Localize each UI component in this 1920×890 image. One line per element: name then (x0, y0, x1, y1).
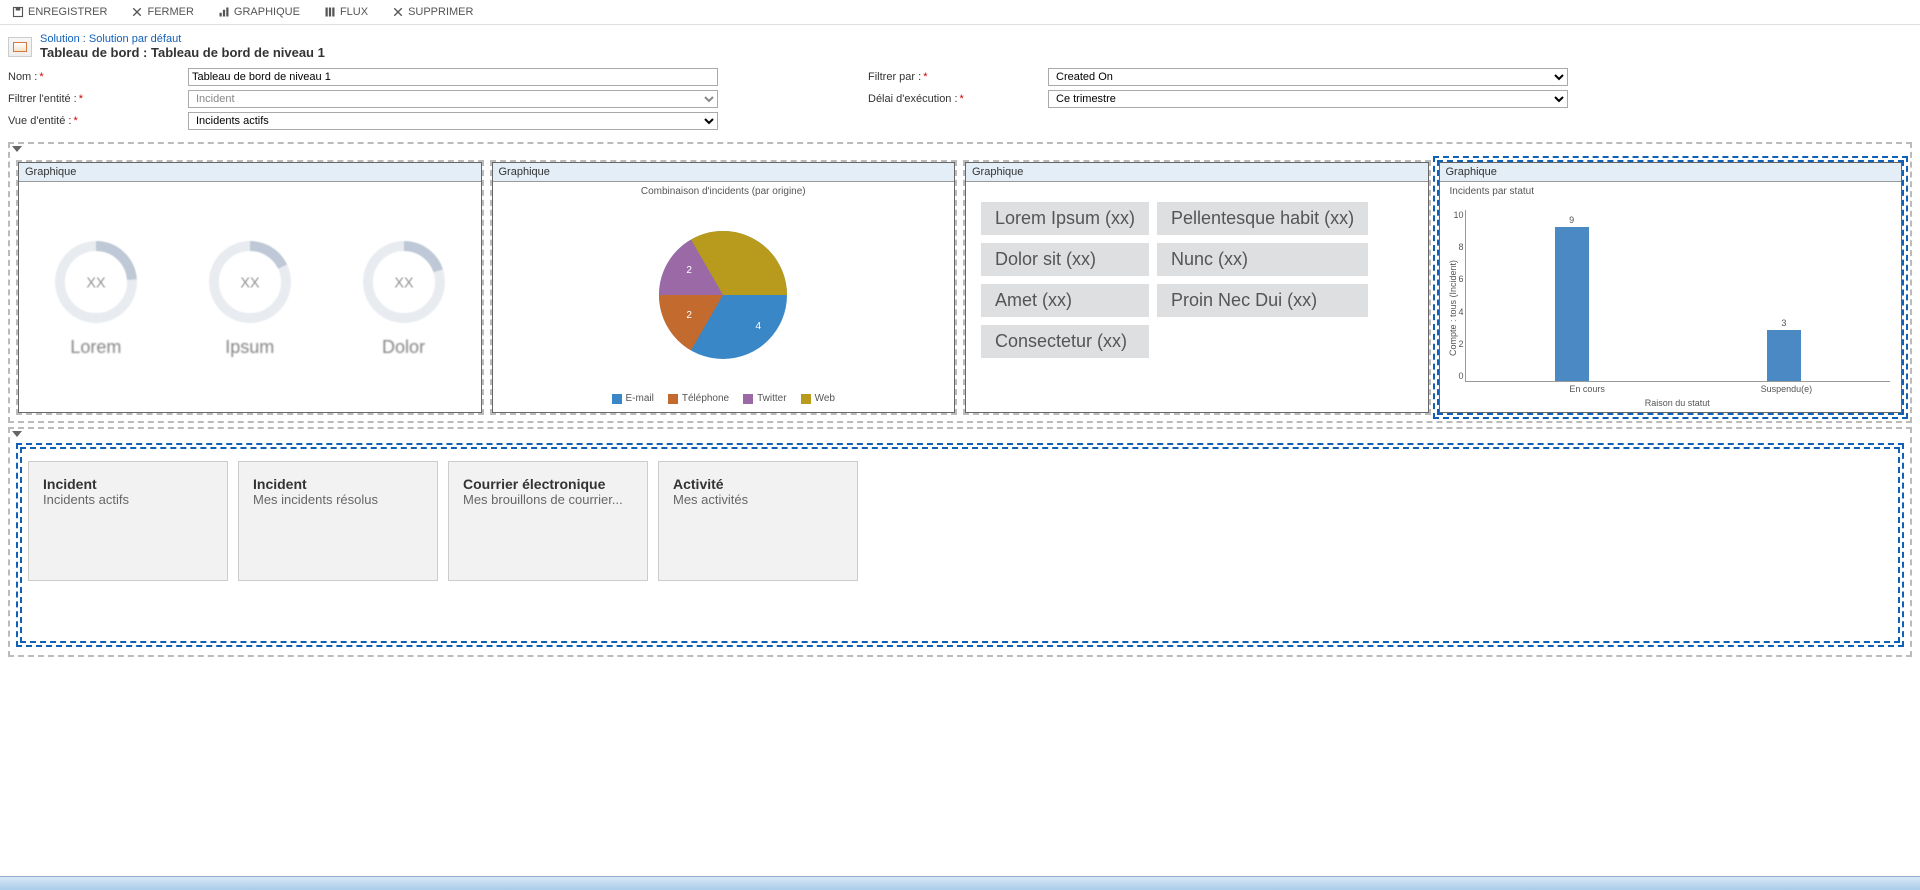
tag-cloud: Lorem Ipsum (xx) Dolor sit (xx) Amet (xx… (966, 182, 1428, 412)
gauge-ring-icon: XX (359, 237, 449, 327)
chart-button[interactable]: GRAPHIQUE (214, 4, 304, 20)
status-bar (0, 876, 1920, 890)
pie-legend: E-mail Téléphone Twitter Web (493, 389, 955, 412)
chart-component-bar[interactable]: Graphique Incidents par statut Compte : … (1437, 160, 1905, 415)
bar-suspendu: 3 (1754, 210, 1814, 381)
stream-tile[interactable]: Incident Mes incidents résolus (238, 461, 438, 581)
pie-chart-svg (643, 215, 803, 375)
save-button[interactable]: ENREGISTRER (8, 4, 111, 20)
x-axis-label: Raison du statut (1460, 394, 1896, 412)
command-bar: ENREGISTRER FERMER GRAPHIQUE FLUX SUPPRI… (0, 0, 1920, 25)
bar-plot: 1086420 9 3 (1465, 210, 1891, 382)
collapse-toggle-icon[interactable] (12, 146, 22, 152)
gauge-ipsum: XX Ipsum (205, 237, 295, 358)
gauge-label: Ipsum (225, 337, 274, 358)
filter-entity-label: Filtrer l'entité :* (8, 93, 188, 105)
bar-en-cours: 9 (1542, 210, 1602, 381)
tiles-section[interactable]: Incident Incidents actifs Incident Mes i… (8, 427, 1912, 657)
chart-component-pie[interactable]: Graphique Combinaison d'incidents (par o… (490, 160, 958, 415)
tag-item[interactable]: Lorem Ipsum (xx) (981, 202, 1149, 235)
bar-title: Incidents par statut (1440, 182, 1902, 201)
chart-component-gauges[interactable]: Graphique XX Lorem (16, 160, 484, 415)
card-header: Graphique (19, 163, 481, 182)
pie-value-web: 4 (779, 257, 785, 268)
delete-icon (392, 6, 404, 18)
properties-form: Nom :* Filtrer par :* Created On Filtrer… (0, 64, 1920, 138)
timeframe-label: Délai d'exécution :* (868, 93, 1048, 105)
card-header: Graphique (493, 163, 955, 182)
tile-title: Courrier électronique (463, 476, 633, 492)
save-icon (12, 6, 24, 18)
tile-subtitle: Mes brouillons de courrier... (463, 492, 633, 507)
flow-icon (324, 6, 336, 18)
gauge-ring-icon: XX (205, 237, 295, 327)
bar-value: 3 (1781, 318, 1786, 328)
pie-chart: 4 2 2 4 (493, 201, 955, 389)
close-button[interactable]: FERMER (127, 4, 197, 20)
page-title: Tableau de bord : Tableau de bord de niv… (40, 45, 325, 60)
legend-item: Téléphone (682, 393, 729, 404)
svg-text:XX: XX (86, 275, 106, 291)
tag-item[interactable]: Amet (xx) (981, 284, 1149, 317)
tag-item[interactable]: Dolor sit (xx) (981, 243, 1149, 276)
pie-value-twitter: 2 (686, 265, 692, 276)
card-header: Graphique (1440, 163, 1902, 182)
tag-item[interactable]: Nunc (xx) (1157, 243, 1368, 276)
filter-entity-select[interactable]: Incident (188, 90, 718, 108)
entity-view-select[interactable]: Incidents actifs (188, 112, 718, 130)
tag-item[interactable]: Consectetur (xx) (981, 325, 1149, 358)
tile-subtitle: Mes activités (673, 492, 843, 507)
filter-by-label: Filtrer par :* (868, 71, 1048, 83)
gauge-label: Lorem (70, 337, 121, 358)
gauge-ring-icon: XX (51, 237, 141, 327)
pie-value-email: 4 (756, 321, 762, 332)
flow-label: FLUX (340, 6, 368, 18)
legend-item: Web (815, 393, 835, 404)
stream-tile[interactable]: Incident Incidents actifs (28, 461, 228, 581)
legend-item: E-mail (626, 393, 654, 404)
name-input[interactable] (188, 68, 718, 86)
tile-subtitle: Incidents actifs (43, 492, 213, 507)
filter-by-select[interactable]: Created On (1048, 68, 1568, 86)
gauge-lorem: XX Lorem (51, 237, 141, 358)
flow-button[interactable]: FLUX (320, 4, 372, 20)
timeframe-select[interactable]: Ce trimestre (1048, 90, 1568, 108)
chart-label: GRAPHIQUE (234, 6, 300, 18)
tag-item[interactable]: Pellentesque habit (xx) (1157, 202, 1368, 235)
chart-component-tags[interactable]: Graphique Lorem Ipsum (xx) Dolor sit (xx… (963, 160, 1431, 415)
chart-icon (218, 6, 230, 18)
card-header: Graphique (966, 163, 1428, 182)
name-label: Nom :* (8, 71, 188, 83)
entity-view-label: Vue d'entité :* (8, 115, 188, 127)
svg-text:XX: XX (240, 275, 260, 291)
collapse-toggle-icon[interactable] (12, 431, 22, 437)
pie-value-phone: 2 (686, 310, 692, 321)
delete-label: SUPPRIMER (408, 6, 473, 18)
stream-tile[interactable]: Activité Mes activités (658, 461, 858, 581)
close-icon (131, 6, 143, 18)
tile-title: Activité (673, 476, 843, 492)
delete-button[interactable]: SUPPRIMER (388, 4, 477, 20)
tile-subtitle: Mes incidents résolus (253, 492, 423, 507)
y-ticks: 1086420 (1444, 210, 1464, 381)
save-label: ENREGISTRER (28, 6, 107, 18)
tile-title: Incident (253, 476, 423, 492)
solution-breadcrumb: Solution : Solution par défaut (40, 33, 325, 45)
page-header: Solution : Solution par défaut Tableau d… (0, 25, 1920, 64)
pie-title: Combinaison d'incidents (par origine) (493, 182, 955, 201)
x-categories: En cours Suspendu(e) (1460, 382, 1896, 394)
dashboard-entity-icon (8, 37, 32, 57)
stream-tile[interactable]: Courrier électronique Mes brouillons de … (448, 461, 648, 581)
bar-value: 9 (1569, 215, 1574, 225)
tile-title: Incident (43, 476, 213, 492)
gauge-label: Dolor (382, 337, 425, 358)
tag-item[interactable]: Proin Nec Dui (xx) (1157, 284, 1368, 317)
close-label: FERMER (147, 6, 193, 18)
gauge-dolor: XX Dolor (359, 237, 449, 358)
charts-section[interactable]: Graphique XX Lorem (8, 142, 1912, 423)
svg-text:XX: XX (394, 275, 414, 291)
legend-item: Twitter (757, 393, 786, 404)
